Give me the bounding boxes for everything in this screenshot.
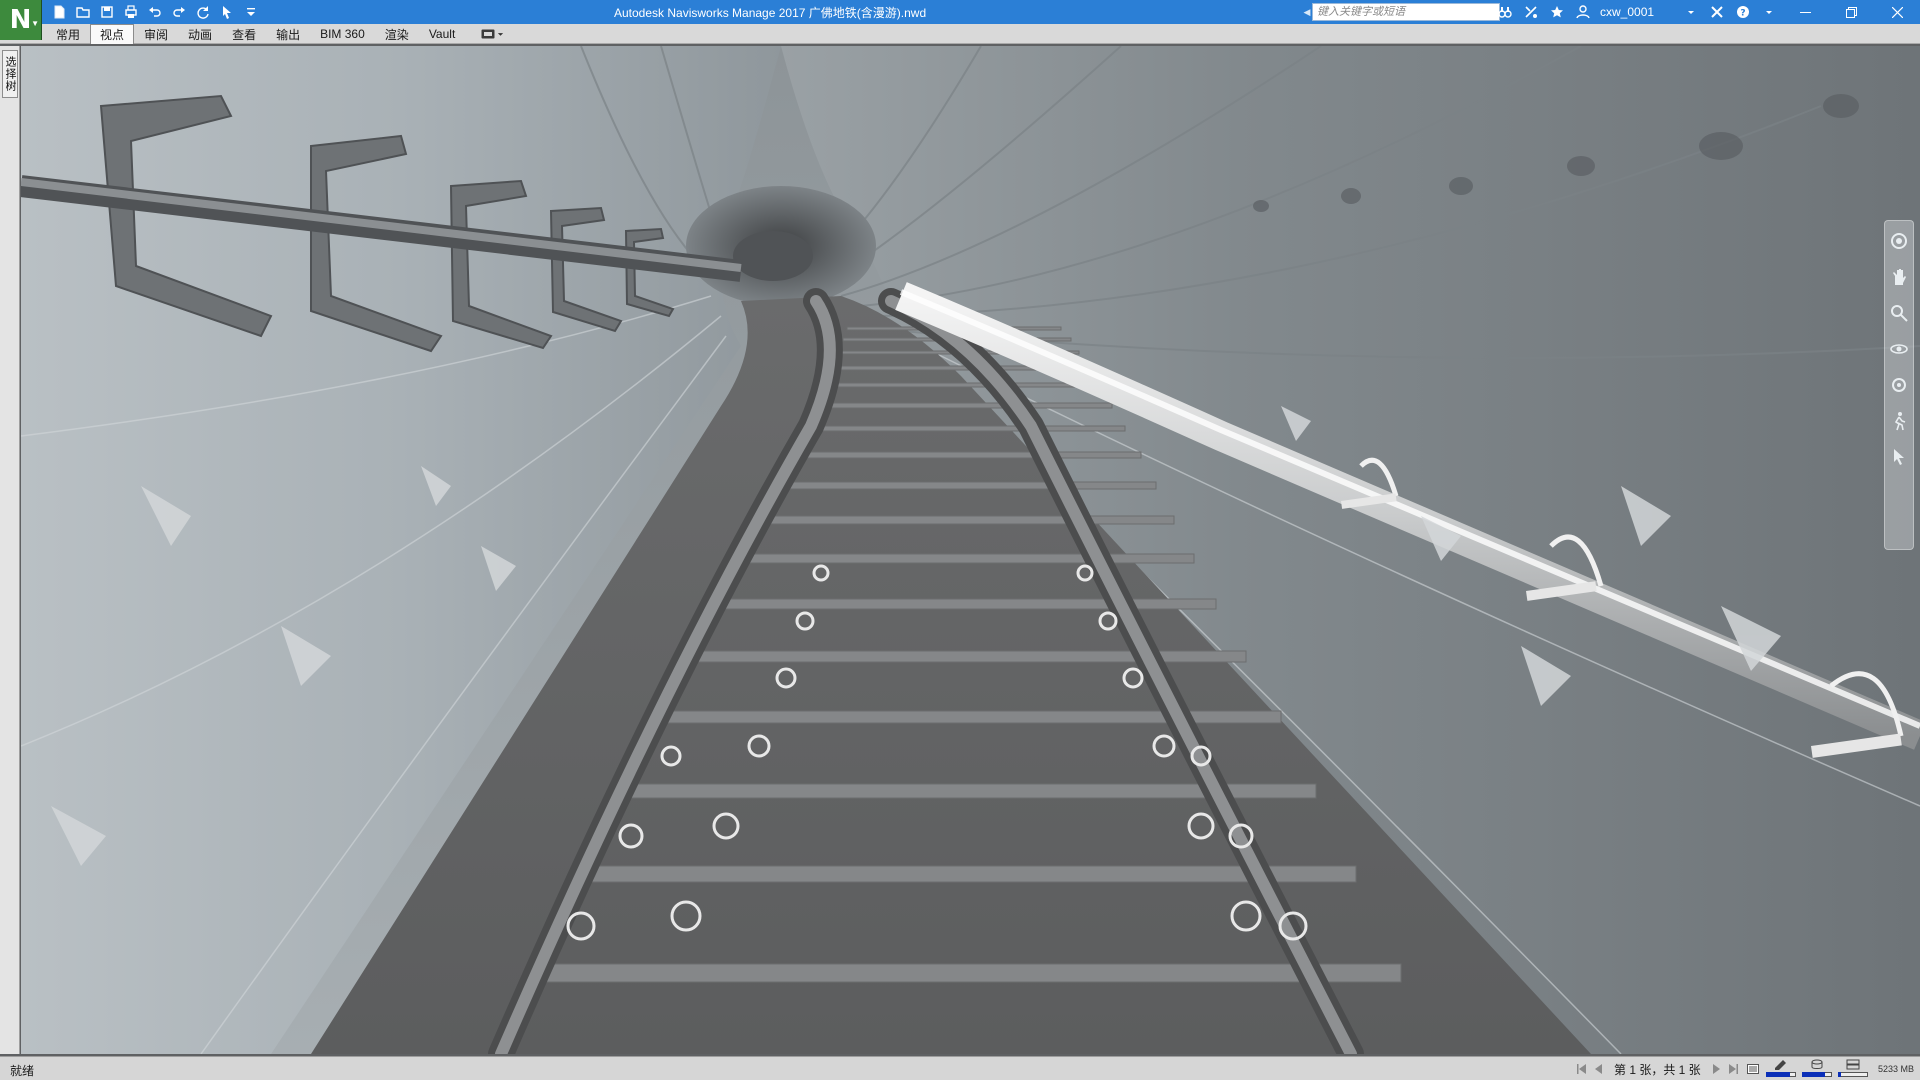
web-server-progress xyxy=(1838,1059,1868,1079)
tab-viewpoint[interactable]: 视点 xyxy=(90,24,135,44)
pan-hand-icon[interactable] xyxy=(1887,265,1911,289)
sheet-list-icon[interactable] xyxy=(1744,1060,1762,1078)
ribbon-minimize-toggle[interactable] xyxy=(477,24,507,44)
tab-view[interactable]: 查看 xyxy=(222,24,266,44)
user-dropdown-icon[interactable] xyxy=(1680,2,1702,22)
title-bar: Autodesk Navisworks Manage 2017 广佛地铁(含漫游… xyxy=(0,0,1920,24)
user-name[interactable]: cxw_0001 xyxy=(1600,5,1654,19)
refresh-icon[interactable] xyxy=(192,2,214,22)
navigation-bar xyxy=(1884,220,1914,550)
status-bar: 就绪 第 1 张，共 1 张 5233 MB xyxy=(0,1056,1920,1080)
binoculars-search-icon[interactable] xyxy=(1494,2,1516,22)
steering-wheel-icon[interactable] xyxy=(1887,229,1911,253)
disk-icon xyxy=(1811,1059,1823,1069)
exchange-apps-icon[interactable] xyxy=(1706,2,1728,22)
last-page-icon[interactable] xyxy=(1727,1060,1741,1078)
window-controls xyxy=(1782,0,1920,24)
favorites-star-icon[interactable] xyxy=(1546,2,1568,22)
disk-progress xyxy=(1802,1059,1832,1079)
select-icon[interactable] xyxy=(1887,445,1911,469)
performance-indicators: 5233 MB xyxy=(1766,1059,1914,1079)
search-collapse-arrow-icon[interactable]: ◀ xyxy=(1302,2,1312,22)
help-dropdown-icon[interactable] xyxy=(1758,2,1780,22)
tab-review[interactable]: 审阅 xyxy=(134,24,178,44)
first-page-icon[interactable] xyxy=(1574,1060,1588,1078)
app-logo: N xyxy=(9,5,32,35)
select-cursor-icon[interactable] xyxy=(216,2,238,22)
user-account-icon[interactable] xyxy=(1572,2,1594,22)
undo-icon[interactable] xyxy=(144,2,166,22)
status-text: 就绪 xyxy=(10,1064,35,1078)
walk-icon[interactable] xyxy=(1887,409,1911,433)
save-icon[interactable] xyxy=(96,2,118,22)
3d-viewport[interactable] xyxy=(21,46,1920,1054)
selection-tree-label: 选择树 xyxy=(4,56,16,92)
help-icon[interactable]: ? xyxy=(1732,2,1754,22)
pencil-progress xyxy=(1766,1059,1796,1079)
application-menu-button[interactable]: N ▼ xyxy=(0,0,42,40)
previous-page-icon[interactable] xyxy=(1591,1060,1605,1078)
orbit-icon[interactable] xyxy=(1887,337,1911,361)
left-dock-panel: 选择树 xyxy=(0,46,20,1054)
title-bar-tools: cxw_0001 ? xyxy=(1494,2,1780,22)
tab-output[interactable]: 输出 xyxy=(266,24,310,44)
zoom-icon[interactable] xyxy=(1887,301,1911,325)
subscription-center-icon[interactable] xyxy=(1520,2,1542,22)
minimize-icon[interactable] xyxy=(1782,0,1828,24)
sheet-pager: 第 1 张，共 1 张 xyxy=(1574,1059,1762,1079)
web-server-icon xyxy=(1846,1059,1860,1070)
tab-animation[interactable]: 动画 xyxy=(178,24,222,44)
redo-icon[interactable] xyxy=(168,2,190,22)
app-menu-dropdown-icon: ▼ xyxy=(31,19,39,28)
close-icon[interactable] xyxy=(1874,0,1920,24)
tab-bim360[interactable]: BIM 360 xyxy=(310,24,375,44)
print-icon[interactable] xyxy=(120,2,142,22)
ribbon-state-icon xyxy=(481,29,495,39)
restore-icon[interactable] xyxy=(1828,0,1874,24)
tab-home[interactable]: 常用 xyxy=(46,24,90,44)
svg-text:?: ? xyxy=(1740,9,1745,19)
memory-usage: 5233 MB xyxy=(1878,1064,1915,1074)
selection-tree-tab[interactable]: 选择树 xyxy=(2,50,18,98)
pencil-icon xyxy=(1775,1060,1786,1070)
look-around-icon[interactable] xyxy=(1887,373,1911,397)
customize-dropdown-icon[interactable] xyxy=(240,2,262,22)
page-info: 第 1 张，共 1 张 xyxy=(1614,1062,1701,1077)
new-file-icon[interactable] xyxy=(48,2,70,22)
help-search-input[interactable] xyxy=(1312,3,1500,21)
window-title: Autodesk Navisworks Manage 2017 广佛地铁(含漫游… xyxy=(614,6,927,20)
tunnel-scene xyxy=(21,46,1920,1054)
tab-vault[interactable]: Vault xyxy=(419,24,465,44)
chevron-down-icon xyxy=(497,33,503,36)
ribbon-tab-bar: 常用 视点 审阅 动画 查看 输出 BIM 360 渲染 Vault xyxy=(0,24,1920,44)
next-page-icon[interactable] xyxy=(1710,1060,1724,1078)
open-folder-icon[interactable] xyxy=(72,2,94,22)
help-search: ◀ xyxy=(1302,2,1500,22)
tab-render[interactable]: 渲染 xyxy=(375,24,419,44)
